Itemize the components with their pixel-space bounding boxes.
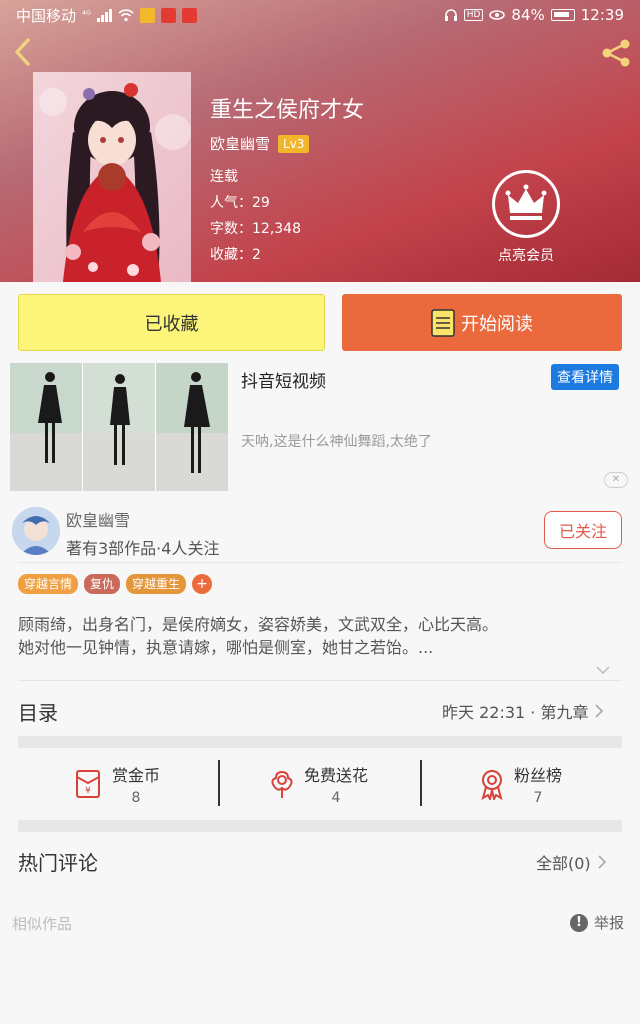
signal-icon xyxy=(96,8,112,22)
divider xyxy=(420,760,422,806)
book-title: 重生之侯府才女 xyxy=(210,98,365,123)
vip-button[interactable] xyxy=(492,170,560,238)
book-word-count: 字数：12,348 xyxy=(210,221,301,237)
book-cover-image[interactable] xyxy=(33,72,191,282)
stat-count: 7 xyxy=(533,790,543,806)
book-author-name[interactable]: 欧皇幽雪 xyxy=(210,133,270,154)
notification-app-icon xyxy=(160,7,176,23)
book-icon xyxy=(431,308,455,337)
all-comments-link[interactable]: 全部(0) xyxy=(536,850,607,874)
synopsis-line: 顾雨绮，出身名门，是侯府嫡女，姿容娇美，文武双全，心比天高。 xyxy=(18,615,499,634)
book-synopsis[interactable]: 顾雨绮，出身名门，是侯府嫡女，姿容娇美，文武双全，心比天高。 她对他一见钟情，执… xyxy=(18,613,622,659)
stat-label: 赏金币 xyxy=(112,766,161,785)
all-comments-text: 全部(0) xyxy=(536,854,591,873)
share-icon xyxy=(602,39,630,67)
share-button[interactable] xyxy=(598,36,634,70)
status-bar: 中国移动 ⁴ᴳ HD 84% 12:39 xyxy=(0,0,640,30)
expand-synopsis-button[interactable] xyxy=(596,660,610,675)
stat-label: 粉丝榜 xyxy=(514,766,563,785)
author-avatar[interactable] xyxy=(12,507,60,555)
battery-icon xyxy=(550,9,575,21)
dancer-thumbnail-image xyxy=(10,363,228,491)
synopsis-line: 她对他一见钟情，执意请嫁，哪怕是侧室，她甘之若饴。... xyxy=(18,638,434,657)
section-separator xyxy=(18,736,622,748)
notification-app-icon xyxy=(139,7,155,23)
favorited-button[interactable]: 已收藏 xyxy=(18,294,325,351)
red-envelope-icon: ¥ xyxy=(76,770,100,798)
ad-close-button[interactable]: ✕ xyxy=(604,472,628,488)
book-popularity: 人气：29 xyxy=(210,195,270,211)
back-button[interactable] xyxy=(8,34,40,70)
network-type: ⁴ᴳ xyxy=(82,9,91,21)
hd-icon: HD xyxy=(463,9,484,21)
book-author-row[interactable]: 欧皇幽雪 Lv3 xyxy=(210,133,310,154)
followed-button[interactable]: 已关注 xyxy=(544,511,622,549)
report-label: 举报 xyxy=(594,914,625,932)
tag-list: 穿越言情 复仇 穿越重生 + xyxy=(18,574,213,594)
stat-label: 免费送花 xyxy=(304,766,369,785)
svg-text:¥: ¥ xyxy=(85,786,91,796)
followed-button-label: 已关注 xyxy=(558,522,607,541)
clock: 12:39 xyxy=(580,6,624,24)
chevron-left-icon xyxy=(15,38,30,66)
author-level-badge: Lv3 xyxy=(278,134,310,153)
chevron-right-icon xyxy=(595,704,604,718)
report-button[interactable]: ! 举报 xyxy=(570,912,624,933)
section-separator xyxy=(18,820,622,832)
chevron-down-icon xyxy=(596,666,610,675)
flower-icon xyxy=(271,770,293,798)
divider xyxy=(18,680,622,681)
stat-count: 4 xyxy=(331,790,341,806)
chevron-right-icon xyxy=(598,855,606,869)
toc-latest-chapter[interactable]: 昨天 22:31 · 第九章 xyxy=(442,699,604,723)
vip-label[interactable]: 点亮会员 xyxy=(480,245,572,265)
notification-app-icon xyxy=(181,7,197,23)
ad-title[interactable]: 抖音短视频 xyxy=(241,367,326,392)
fan-ranking-button[interactable]: 粉丝榜 7 xyxy=(478,760,562,808)
tag[interactable]: 复仇 xyxy=(84,574,121,594)
crown-icon xyxy=(505,184,547,220)
anime-girl-illustration xyxy=(33,72,191,282)
divider xyxy=(218,760,220,806)
avatar-image xyxy=(12,507,60,555)
battery-percent: 84% xyxy=(511,6,545,24)
book-hero-header: 中国移动 ⁴ᴳ HD 84% 12:39 重生之侯府才女 欧皇幽雪 Lv3 连载… xyxy=(0,0,640,282)
favorited-button-label: 已收藏 xyxy=(144,313,199,335)
book-status: 连载 xyxy=(210,169,238,185)
toc-label[interactable]: 目录 xyxy=(18,697,58,726)
tag[interactable]: 穿越言情 xyxy=(18,574,79,594)
hot-comments-label[interactable]: 热门评论 xyxy=(18,847,98,876)
wifi-icon xyxy=(118,9,134,22)
start-reading-button[interactable]: 开始阅读 xyxy=(342,294,622,351)
reward-coins-button[interactable]: ¥ 赏金币 8 xyxy=(72,760,160,808)
send-flower-button[interactable]: 免费送花 4 xyxy=(268,760,368,808)
start-reading-label: 开始阅读 xyxy=(461,313,533,335)
ad-video-thumbnail[interactable] xyxy=(10,363,228,491)
author-name[interactable]: 欧皇幽雪 xyxy=(66,507,130,531)
toc-latest-text: 昨天 22:31 · 第九章 xyxy=(442,703,589,722)
alert-icon: ! xyxy=(570,913,588,932)
tag[interactable]: 穿越重生 xyxy=(126,574,187,594)
eye-comfort-icon xyxy=(489,10,506,20)
divider xyxy=(18,562,622,563)
ad-view-details-button[interactable]: 查看详情 xyxy=(551,364,619,390)
ad-description[interactable]: 天呐,这是什么神仙舞蹈,太绝了 xyxy=(241,431,432,451)
medal-icon xyxy=(481,770,503,800)
author-stats: 著有3部作品·4人关注 xyxy=(66,539,220,558)
carrier-label: 中国移动 xyxy=(16,6,77,25)
book-favorites: 收藏：2 xyxy=(210,247,261,263)
add-tag-button[interactable]: + xyxy=(192,574,213,594)
headphones-icon xyxy=(444,9,457,21)
similar-works-label: 相似作品 xyxy=(12,915,73,933)
stat-count: 8 xyxy=(131,790,141,806)
